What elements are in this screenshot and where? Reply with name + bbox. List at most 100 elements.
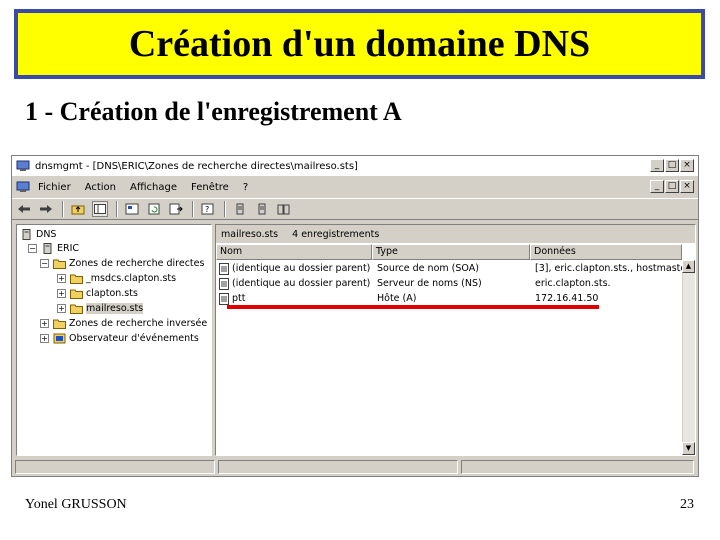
help-icon[interactable]: ? [200, 201, 216, 217]
refresh-icon[interactable] [146, 201, 162, 217]
server-config-icon[interactable] [254, 201, 270, 217]
tree-item-dns[interactable]: DNS [20, 227, 56, 241]
column-header-nom[interactable]: Nom [216, 244, 372, 260]
tree-item-forward-zones[interactable]: − Zones de recherche directes [40, 256, 204, 270]
zone-icon [70, 304, 83, 314]
menu-fichier[interactable]: Fichier [38, 182, 71, 193]
records-pane: mailreso.sts 4 enregistrements Nom Type … [215, 224, 696, 456]
column-header-donnees[interactable]: Données [530, 244, 682, 260]
event-viewer-icon [53, 333, 66, 343]
slide-title: Création d'un domaine DNS [128, 23, 591, 65]
record-row[interactable]: (identique au dossier parent) Source de … [216, 262, 686, 277]
console-tree: DNS − ERIC − Zones de recherche directes… [16, 224, 212, 456]
tree-item-msdcs[interactable]: + _msdcs.clapton.sts [57, 271, 176, 285]
close-button[interactable]: × [680, 159, 694, 172]
menu-fenetre[interactable]: Fenêtre [191, 182, 229, 193]
highlight-underline [227, 305, 599, 309]
up-folder-icon[interactable] [70, 201, 86, 217]
record-name: (identique au dossier parent) [232, 278, 370, 289]
record-icon [219, 278, 229, 290]
dns-management-window: dnsmgmt - [DNS\ERIC\Zones de recherche d… [11, 155, 699, 477]
window-titlebar[interactable]: dnsmgmt - [DNS\ERIC\Zones de recherche d… [12, 156, 698, 176]
record-type: Source de nom (SOA) [377, 263, 479, 274]
record-name: (identique au dossier parent) [232, 263, 370, 274]
child-minimize-button[interactable]: _ [650, 180, 664, 193]
menu-affichage[interactable]: Affichage [130, 182, 177, 193]
toolbar-separator [224, 201, 226, 217]
properties-icon[interactable] [124, 201, 140, 217]
status-cell [461, 460, 694, 474]
window-title: dnsmgmt - [DNS\ERIC\Zones de recherche d… [35, 160, 358, 172]
expand-toggle[interactable]: + [57, 288, 66, 298]
scroll-down-icon[interactable]: ▼ [682, 442, 695, 455]
tree-item-mailreso[interactable]: + mailreso.sts [57, 301, 144, 315]
collapse-toggle[interactable]: − [28, 243, 37, 253]
scroll-up-icon[interactable]: ▲ [682, 260, 695, 273]
records-pane-header: mailreso.sts 4 enregistrements [216, 225, 695, 243]
toolbar-separator [192, 201, 194, 217]
tree-label: Zones de recherche directes [69, 257, 205, 269]
menu-help[interactable]: ? [243, 182, 248, 193]
column-header-type[interactable]: Type [372, 244, 530, 260]
toolbar-separator [116, 201, 118, 217]
maximize-button[interactable]: □ [665, 159, 679, 172]
zone-icon [70, 289, 83, 299]
svg-text:?: ? [205, 205, 209, 214]
tree-label: ERIC [57, 242, 80, 254]
record-data: [3], eric.clapton.sts., hostmaster ... [535, 263, 685, 274]
zone-name-label: mailreso.sts [221, 228, 279, 240]
tree-label: clapton.sts [86, 287, 138, 299]
status-bar [12, 458, 698, 476]
vertical-scrollbar[interactable]: ▲ ▼ [682, 260, 695, 455]
page-number: 23 [680, 497, 694, 512]
zone-icon [70, 274, 83, 284]
tree-label: _msdcs.clapton.sts [86, 272, 177, 284]
record-type: Hôte (A) [377, 293, 417, 304]
record-data: 172.16.41.50 [535, 293, 599, 304]
tree-label: DNS [36, 228, 57, 240]
console-menu-icon[interactable] [16, 181, 30, 193]
record-type: Serveur de noms (NS) [377, 278, 482, 289]
status-cell [15, 460, 215, 474]
tree-item-clapton[interactable]: + clapton.sts [57, 286, 138, 300]
toolbar: ? [12, 198, 698, 220]
record-count-label: 4 enregistrements [292, 228, 380, 240]
menu-bar: Fichier Action Affichage Fenêtre ? _ □ × [12, 178, 698, 196]
folder-icon [53, 259, 66, 269]
multi-server-icon[interactable] [276, 201, 292, 217]
record-icon [219, 263, 229, 275]
dns-console-icon [16, 160, 30, 171]
toolbar-separator [62, 201, 64, 217]
expand-toggle[interactable]: + [40, 318, 49, 328]
minimize-button[interactable]: _ [650, 159, 664, 172]
server-list-icon[interactable] [232, 201, 248, 217]
expand-toggle[interactable]: + [57, 273, 66, 283]
tree-item-event-viewer[interactable]: + Observateur d'événements [40, 331, 199, 345]
back-arrow-icon[interactable] [16, 201, 32, 217]
record-data: eric.clapton.sts. [535, 278, 611, 289]
footer-author: Yonel GRUSSON [25, 497, 127, 512]
record-row[interactable]: (identique au dossier parent) Serveur de… [216, 277, 686, 292]
tree-label: Observateur d'événements [69, 332, 199, 344]
tree-item-reverse-zones[interactable]: + Zones de recherche inversée [40, 316, 207, 330]
tree-item-eric[interactable]: − ERIC [28, 241, 79, 255]
expand-toggle[interactable]: + [57, 303, 66, 313]
record-icon [219, 293, 229, 305]
menu-action[interactable]: Action [85, 182, 116, 193]
child-restore-button[interactable]: □ [665, 180, 679, 193]
status-cell [218, 460, 458, 474]
slide-title-box: Création d'un domaine DNS [14, 9, 705, 79]
child-close-button[interactable]: × [680, 180, 694, 193]
dns-icon [22, 228, 31, 240]
record-name: ptt [232, 293, 246, 304]
collapse-toggle[interactable]: − [40, 258, 49, 268]
server-icon [43, 242, 52, 254]
export-list-icon[interactable] [168, 201, 184, 217]
tree-label: mailreso.sts [86, 302, 144, 314]
expand-toggle[interactable]: + [40, 333, 49, 343]
slide-subtitle: 1 - Création de l'enregistrement A [25, 97, 402, 126]
folder-icon [53, 319, 66, 329]
tree-label: Zones de recherche inversée [69, 317, 208, 329]
show-tree-icon[interactable] [92, 201, 108, 217]
forward-arrow-icon[interactable] [38, 201, 54, 217]
